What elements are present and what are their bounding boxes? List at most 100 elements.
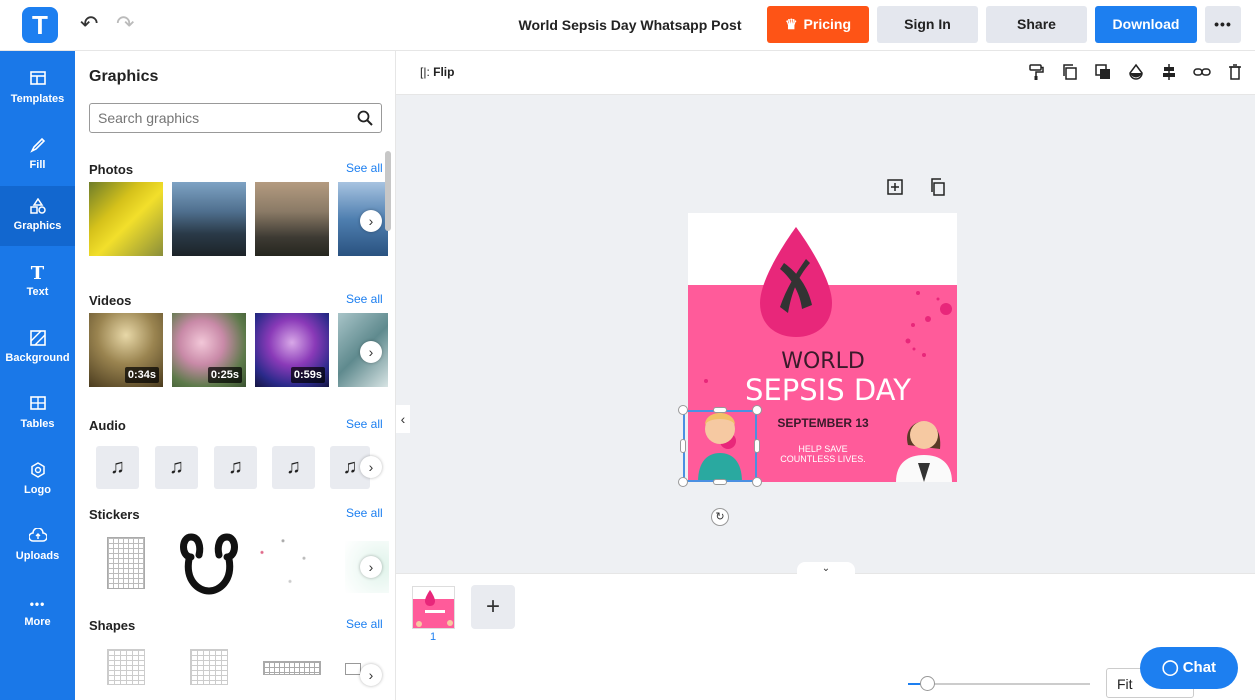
video-thumbnail[interactable]: 0:34s	[89, 313, 163, 387]
rail-label: Background	[5, 352, 70, 364]
rail-item-tables[interactable]: Tables	[0, 384, 75, 444]
graphics-panel: Graphics Photos See all › Videos See all…	[75, 51, 396, 700]
duplicate-page-icon[interactable]	[929, 178, 947, 196]
video-thumbnail[interactable]: 0:59s	[255, 313, 329, 387]
rail-item-background[interactable]: Background	[0, 318, 75, 378]
see-all-photos-link[interactable]: See all	[346, 161, 383, 175]
app-logo[interactable]: T	[22, 7, 58, 43]
duplicate-icon[interactable]	[1061, 63, 1079, 81]
redo-icon[interactable]: ↷	[116, 12, 134, 36]
layer-order-icon[interactable]	[1094, 63, 1112, 81]
see-all-stickers-link[interactable]: See all	[346, 506, 383, 520]
flip-button[interactable]: [|: Flip	[420, 65, 454, 79]
rail-label: Graphics	[13, 220, 62, 232]
templates-icon	[28, 71, 48, 91]
document-title[interactable]: World Sepsis Day Whatsapp Post	[500, 17, 760, 33]
opacity-icon[interactable]	[1127, 63, 1145, 81]
zoom-slider[interactable]	[908, 683, 1090, 685]
chevron-down-icon[interactable]: ⌄	[797, 562, 855, 576]
see-all-audio-link[interactable]: See all	[346, 417, 383, 431]
video-duration: 0:59s	[290, 367, 325, 383]
rail-item-logo[interactable]: Logo	[0, 450, 75, 510]
trash-icon[interactable]	[1226, 63, 1244, 81]
rail-label: Templates	[10, 93, 65, 105]
fill-icon	[28, 137, 48, 157]
selection-handle[interactable]	[713, 479, 727, 485]
see-all-shapes-link[interactable]: See all	[346, 617, 383, 631]
selection-handle[interactable]	[754, 439, 760, 453]
chevron-right-icon[interactable]: ›	[360, 664, 382, 686]
chevron-right-icon[interactable]: ›	[360, 556, 382, 578]
selection-handle[interactable]	[752, 405, 762, 415]
left-rail: Templates Fill Graphics T Text Backgroun…	[0, 51, 75, 700]
chat-button[interactable]: ◯ Chat	[1140, 647, 1238, 689]
sticker-thumbnail[interactable]	[177, 533, 241, 595]
rail-item-uploads[interactable]: Uploads	[0, 516, 75, 576]
rail-item-fill[interactable]: Fill	[0, 125, 75, 185]
page-number: 1	[430, 631, 437, 643]
rail-item-text[interactable]: T Text	[0, 252, 75, 312]
chevron-right-icon[interactable]: ›	[360, 341, 382, 363]
panel-scrollbar[interactable]	[385, 151, 391, 231]
shape-thumbnail[interactable]	[345, 663, 361, 675]
zoom-slider-knob[interactable]	[920, 676, 935, 691]
chevron-right-icon[interactable]: ›	[360, 210, 382, 232]
add-page-icon[interactable]	[886, 178, 904, 196]
add-page-button[interactable]: +	[471, 585, 515, 629]
selection-handle[interactable]	[752, 477, 762, 487]
shape-thumbnail[interactable]	[107, 649, 145, 685]
rail-label: More	[24, 616, 51, 628]
link-icon[interactable]	[1193, 63, 1211, 81]
shape-thumbnail[interactable]	[263, 661, 321, 675]
more-options-button[interactable]: •••	[1205, 6, 1241, 43]
collapse-panel-button[interactable]: ‹	[396, 405, 410, 433]
page-thumbnail[interactable]	[412, 586, 455, 629]
undo-icon[interactable]: ↶	[80, 12, 98, 36]
rail-item-templates[interactable]: Templates	[0, 59, 75, 119]
rail-item-more[interactable]: ••• More	[0, 582, 75, 642]
rotate-icon[interactable]: ↻	[711, 508, 729, 526]
rail-item-graphics[interactable]: Graphics	[0, 186, 75, 246]
music-note-icon[interactable]: ♫	[214, 446, 257, 489]
music-note-icon[interactable]: ♫	[272, 446, 315, 489]
photo-thumbnail[interactable]	[172, 182, 246, 256]
download-button[interactable]: Download	[1095, 6, 1197, 43]
flip-icon: [|:	[420, 65, 430, 79]
search-icon[interactable]	[357, 110, 373, 126]
photo-thumbnail[interactable]	[89, 182, 163, 256]
search-box[interactable]	[89, 103, 382, 133]
selection-handle[interactable]	[713, 407, 727, 413]
rail-label: Uploads	[15, 550, 60, 562]
align-icon[interactable]	[1160, 63, 1178, 81]
shape-thumbnail[interactable]	[190, 649, 228, 685]
video-thumbnail[interactable]: 0:25s	[172, 313, 246, 387]
sticker-thumbnail[interactable]	[255, 535, 325, 593]
chevron-right-icon[interactable]: ›	[360, 456, 382, 478]
sticker-thumbnail[interactable]	[107, 537, 145, 589]
rail-label: Text	[26, 286, 49, 298]
share-button[interactable]: Share	[986, 6, 1087, 43]
tables-icon	[28, 396, 48, 416]
selection-handle[interactable]	[678, 477, 688, 487]
paint-roller-icon[interactable]	[1027, 63, 1045, 81]
rail-label: Fill	[29, 159, 46, 171]
music-note-icon[interactable]: ♫	[96, 446, 139, 489]
pricing-button[interactable]: ♛ Pricing	[767, 6, 869, 43]
selection-box[interactable]	[683, 410, 757, 482]
text-icon: T	[30, 263, 45, 284]
section-title-shapes: Shapes	[89, 618, 136, 633]
music-note-icon[interactable]: ♫	[155, 446, 198, 489]
selection-handle[interactable]	[678, 405, 688, 415]
design-title-line2: SEPSIS DAY	[745, 373, 911, 407]
page-thumbnail-art	[413, 587, 454, 628]
see-all-videos-link[interactable]: See all	[346, 292, 383, 306]
top-bar: T ↶ ↷ World Sepsis Day Whatsapp Post ♛ Pr…	[0, 0, 1255, 51]
selection-handle[interactable]	[680, 439, 686, 453]
design-tagline-1: HELP SAVE	[798, 444, 848, 454]
design-tagline-2: COUNTLESS LIVES.	[780, 454, 866, 464]
search-input[interactable]	[98, 109, 348, 127]
background-icon	[28, 330, 48, 350]
sign-in-button[interactable]: Sign In	[877, 6, 978, 43]
logo-icon	[28, 462, 48, 482]
photo-thumbnail[interactable]	[255, 182, 329, 256]
